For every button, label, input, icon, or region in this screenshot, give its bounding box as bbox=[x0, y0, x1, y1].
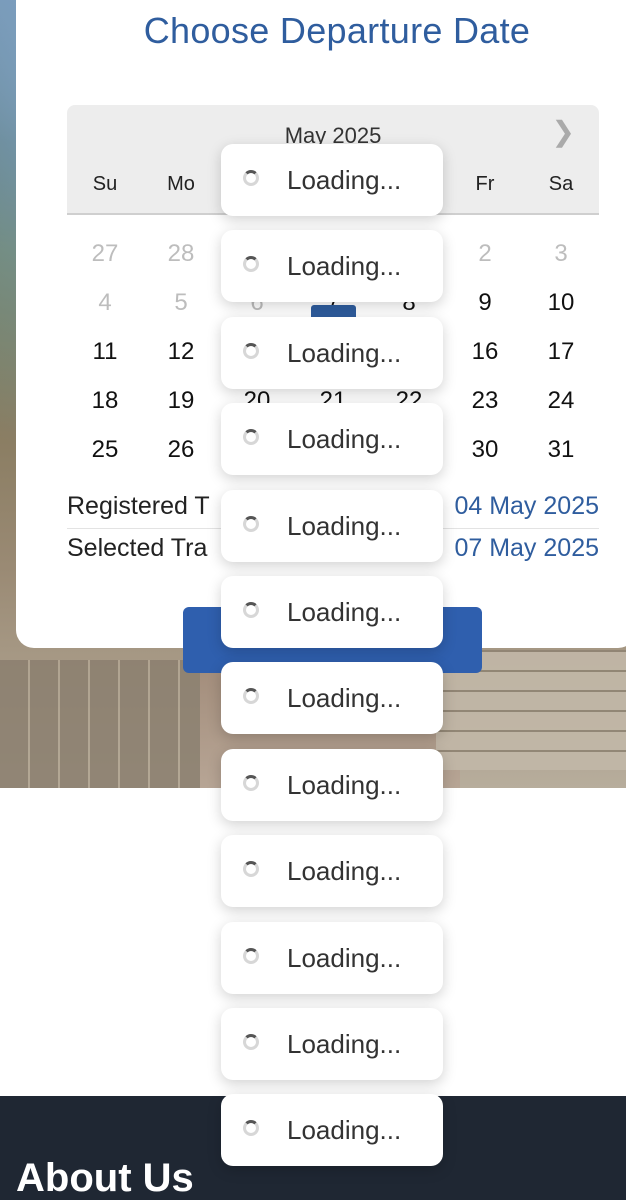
loading-toast: Loading... bbox=[221, 835, 443, 908]
calendar-day[interactable]: 16 bbox=[447, 332, 523, 372]
loading-text: Loading... bbox=[287, 942, 402, 973]
loading-toast: Loading... bbox=[221, 1094, 443, 1167]
calendar-day[interactable]: 23 bbox=[447, 381, 523, 421]
chevron-right-icon[interactable]: ❯ bbox=[552, 115, 575, 148]
spinner-icon bbox=[243, 515, 259, 532]
loading-toast: Loading... bbox=[221, 316, 443, 389]
spinner-icon bbox=[243, 170, 259, 186]
calendar-day[interactable]: 30 bbox=[447, 430, 523, 470]
calendar-day: 5 bbox=[174, 289, 188, 316]
loading-text: Loading... bbox=[287, 1029, 402, 1059]
calendar-day[interactable]: 12 bbox=[143, 332, 219, 372]
loading-text: Loading... bbox=[287, 769, 402, 800]
calendar-day[interactable]: 19 bbox=[143, 381, 219, 421]
calendar-day[interactable]: 25 bbox=[67, 430, 143, 470]
spinner-icon bbox=[243, 429, 259, 446]
loading-toast: Loading... bbox=[221, 1008, 443, 1080]
calendar-day[interactable]: 26 bbox=[143, 430, 219, 470]
loading-toast: Loading... bbox=[221, 489, 443, 562]
calendar-day[interactable]: 31 bbox=[523, 430, 599, 470]
spinner-icon bbox=[243, 1034, 259, 1050]
loading-toast: Loading... bbox=[221, 230, 443, 303]
calendar-day[interactable]: 11 bbox=[67, 332, 143, 372]
loading-toast: Loading... bbox=[221, 748, 443, 821]
calendar-day: 4 bbox=[98, 289, 112, 316]
calendar-day[interactable]: 24 bbox=[523, 381, 599, 421]
loading-text: Loading... bbox=[287, 1115, 402, 1146]
calendar-day[interactable]: 18 bbox=[67, 381, 143, 421]
calendar-day: 27 bbox=[91, 240, 119, 267]
calendar-day: 3 bbox=[554, 240, 568, 267]
calendar-day[interactable]: 17 bbox=[523, 332, 599, 372]
day-of-week-label: Fr bbox=[475, 173, 495, 195]
loading-text: Loading... bbox=[287, 683, 402, 714]
calendar-day: 28 bbox=[167, 240, 195, 267]
loading-text: Loading... bbox=[287, 337, 402, 368]
calendar-day[interactable]: 10 bbox=[523, 283, 599, 323]
day-of-week-label: Mo bbox=[167, 173, 195, 195]
spinner-icon bbox=[243, 602, 259, 618]
page-title: Choose Departure Date bbox=[143, 10, 531, 51]
loading-text: Loading... bbox=[287, 510, 402, 541]
loading-toast: Loading... bbox=[221, 662, 443, 735]
loading-text: Loading... bbox=[287, 165, 402, 195]
loading-text: Loading... bbox=[287, 424, 402, 455]
selected-date-value: 07 May 2025 bbox=[454, 534, 599, 562]
day-of-week-label: Sa bbox=[548, 173, 574, 195]
loading-toast: Loading... bbox=[221, 144, 443, 216]
registered-date-label: Registered T bbox=[67, 492, 210, 520]
loading-text: Loading... bbox=[287, 856, 402, 887]
spinner-icon bbox=[243, 1120, 259, 1137]
footer-about-us-title: About Us bbox=[16, 1156, 194, 1200]
spinner-icon bbox=[243, 688, 259, 705]
calendar-day: 2 bbox=[478, 240, 492, 267]
spinner-icon bbox=[243, 342, 259, 359]
spinner-icon bbox=[243, 774, 259, 791]
registered-date-value: 04 May 2025 bbox=[454, 492, 599, 520]
spinner-icon bbox=[243, 947, 259, 964]
loading-toast: Loading... bbox=[221, 576, 443, 648]
selected-date-label: Selected Tra bbox=[67, 534, 208, 562]
loading-text: Loading... bbox=[287, 597, 402, 627]
spinner-icon bbox=[243, 256, 259, 273]
day-of-week-label: Su bbox=[92, 173, 118, 195]
spinner-icon bbox=[243, 861, 259, 878]
loading-toast: Loading... bbox=[221, 921, 443, 994]
calendar-day[interactable]: 9 bbox=[447, 283, 523, 323]
loading-toast: Loading... bbox=[221, 403, 443, 476]
loading-text: Loading... bbox=[287, 251, 402, 282]
